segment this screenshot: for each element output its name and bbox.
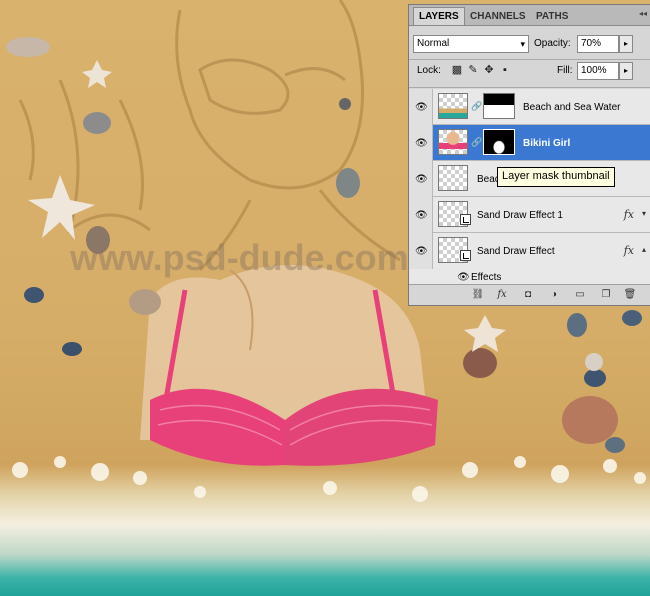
tab-layers[interactable]: LAYERS bbox=[413, 7, 465, 25]
chain-link-icon[interactable]: 🔗 bbox=[471, 137, 482, 148]
chevron-down-icon[interactable]: ▾ bbox=[642, 209, 646, 218]
layer-name: Sand Draw Effect bbox=[477, 246, 555, 257]
fx-icon[interactable]: fx bbox=[624, 244, 634, 257]
layers-panel: LAYERS CHANNELS PATHS ◂◂ Normal ▾ Opacit… bbox=[408, 4, 650, 306]
delete-layer-trash-icon[interactable]: 🗑 bbox=[623, 288, 637, 301]
watermark-text: www.psd-dude.com bbox=[69, 237, 409, 278]
layer-name: Sand Draw Effect 1 bbox=[477, 210, 563, 221]
link-layers-icon[interactable]: ⛓ bbox=[471, 288, 485, 301]
lock-image-brush-icon[interactable]: ✎ bbox=[467, 64, 479, 76]
lock-all-icon[interactable]: ▪ bbox=[499, 64, 511, 76]
chevron-down-icon: ▾ bbox=[520, 39, 525, 49]
fill-label: Fill: bbox=[557, 65, 573, 76]
layer-name: Beach and Sea Water bbox=[523, 102, 621, 113]
new-group-folder-icon[interactable]: ▭ bbox=[573, 288, 587, 301]
panel-tabs: LAYERS CHANNELS PATHS ◂◂ bbox=[409, 5, 650, 26]
opacity-input[interactable]: 70% bbox=[577, 35, 619, 53]
add-mask-icon[interactable]: ◘ bbox=[521, 288, 535, 301]
layer-bikini-girl[interactable]: 👁 🔗 Bikini Girl bbox=[409, 125, 650, 161]
visibility-toggle[interactable]: 👁 bbox=[409, 125, 433, 161]
layer-thumbnail[interactable] bbox=[438, 93, 468, 119]
blend-mode-value: Normal bbox=[417, 38, 450, 49]
tab-paths[interactable]: PATHS bbox=[531, 8, 573, 25]
divider bbox=[409, 59, 650, 60]
tab-paths-label: PATHS bbox=[536, 11, 569, 22]
visibility-toggle[interactable]: 👁 bbox=[409, 197, 433, 233]
eye-icon: 👁 bbox=[415, 102, 428, 113]
layer-name: Bikini Girl bbox=[523, 138, 571, 149]
eye-icon[interactable]: 👁 bbox=[457, 272, 470, 283]
effects-label: Effects bbox=[471, 272, 502, 283]
adjustment-layer-icon[interactable]: ◑ bbox=[547, 288, 561, 301]
new-layer-icon[interactable]: ❐ bbox=[599, 288, 613, 301]
divider bbox=[409, 87, 650, 88]
layer-thumbnail[interactable] bbox=[438, 165, 468, 191]
tab-channels-label: CHANNELS bbox=[470, 11, 526, 22]
fill-input[interactable]: 100% bbox=[577, 62, 619, 80]
tab-channels[interactable]: CHANNELS bbox=[465, 8, 531, 25]
chevron-up-icon[interactable]: ▴ bbox=[642, 245, 646, 254]
layer-sand-draw-effect-1[interactable]: 👁 Sand Draw Effect 1 fx ▾ bbox=[409, 197, 650, 233]
layer-thumbnail[interactable] bbox=[438, 129, 468, 155]
layer-mask-thumbnail[interactable] bbox=[483, 129, 515, 155]
tooltip: Layer mask thumbnail bbox=[497, 167, 615, 187]
smart-object-icon bbox=[460, 214, 471, 225]
eye-icon: 👁 bbox=[415, 138, 428, 149]
panel-bottom-toolbar: ⛓ fx ◘ ◑ ▭ ❐ 🗑 bbox=[409, 284, 650, 305]
lock-transparent-icon[interactable]: ▩ bbox=[451, 64, 463, 76]
opacity-label: Opacity: bbox=[534, 38, 571, 49]
visibility-toggle[interactable]: 👁 bbox=[409, 89, 433, 125]
layer-mask-thumbnail[interactable] bbox=[483, 93, 515, 119]
eye-icon: 👁 bbox=[415, 174, 428, 185]
visibility-toggle[interactable]: 👁 bbox=[409, 233, 433, 269]
smart-object-icon bbox=[460, 250, 471, 261]
eye-icon: 👁 bbox=[415, 210, 428, 221]
blend-mode-select[interactable]: Normal ▾ bbox=[413, 35, 529, 53]
fill-slider-button[interactable]: ▸ bbox=[619, 62, 633, 80]
eye-icon: 👁 bbox=[415, 246, 428, 257]
fx-icon[interactable]: fx bbox=[624, 208, 634, 221]
chain-link-icon[interactable]: 🔗 bbox=[471, 101, 482, 112]
visibility-toggle[interactable]: 👁 bbox=[409, 161, 433, 197]
layer-beach-and-sea-water[interactable]: 👁 🔗 Beach and Sea Water bbox=[409, 89, 650, 125]
layer-sand-draw-effect[interactable]: 👁 Sand Draw Effect fx ▴ bbox=[409, 233, 650, 269]
add-layer-style-icon[interactable]: fx bbox=[495, 288, 509, 301]
layers-list: 👁 🔗 Beach and Sea Water 👁 🔗 Bikini Girl … bbox=[409, 89, 650, 287]
collapse-panel-icon[interactable]: ◂◂ bbox=[639, 9, 647, 18]
lock-label: Lock: bbox=[417, 65, 441, 76]
lock-position-move-icon[interactable]: ✥ bbox=[483, 64, 495, 76]
opacity-slider-button[interactable]: ▸ bbox=[619, 35, 633, 53]
tab-layers-label: LAYERS bbox=[419, 11, 459, 22]
